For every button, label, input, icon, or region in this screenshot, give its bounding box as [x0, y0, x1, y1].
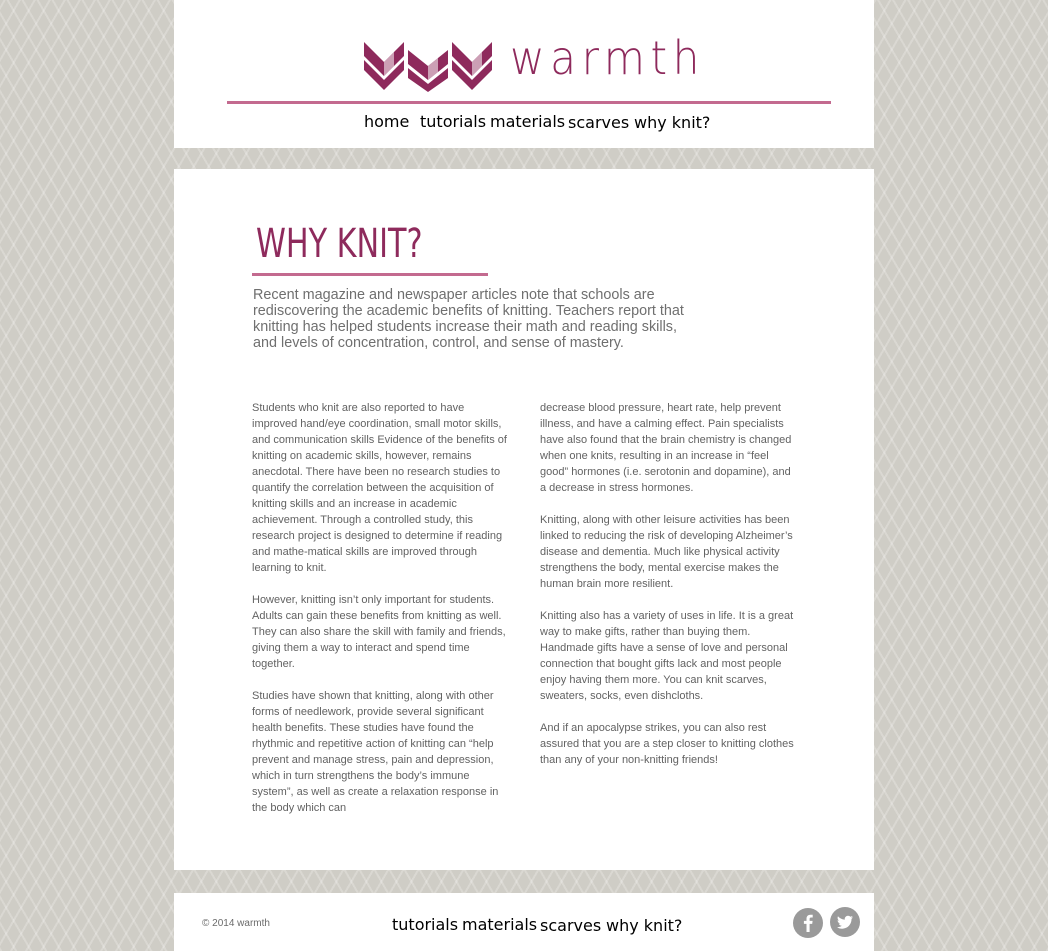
brand-wordmark[interactable]: warmth	[510, 28, 705, 88]
paragraph: Knitting, along with other leisure activ…	[540, 514, 793, 590]
site-footer: © 2014 warmth tutorials materials scarve…	[174, 893, 874, 951]
paragraph: Students who knit are also reported to h…	[252, 402, 507, 574]
intro-paragraph: Recent magazine and newspaper articles n…	[253, 287, 684, 351]
logo-chevron-icon[interactable]	[364, 36, 494, 92]
footer-nav-materials[interactable]: materials	[462, 915, 537, 935]
page-title: WHY KNIT?	[256, 221, 423, 267]
site-header: warmth home tutorials materials scarves …	[174, 0, 874, 148]
footer-nav-tutorials[interactable]: tutorials	[392, 915, 458, 935]
title-divider	[252, 273, 488, 276]
nav-tutorials[interactable]: tutorials	[420, 112, 486, 136]
paragraph: decrease blood pressure, heart rate, hel…	[540, 402, 792, 494]
nav-home[interactable]: home	[364, 112, 409, 136]
footer-nav-scarves[interactable]: scarves	[540, 916, 601, 936]
paragraph: And if an apocalypse strikes, you can al…	[540, 722, 794, 766]
nav-scarves[interactable]: scarves	[568, 113, 629, 137]
twitter-icon[interactable]	[830, 907, 860, 937]
paragraph: Knitting also has a variety of uses in l…	[540, 610, 794, 702]
nav-materials[interactable]: materials	[490, 112, 565, 136]
right-text-column: decrease blood pressure, heart rate, hel…	[540, 400, 796, 784]
main-content: WHY KNIT? Recent magazine and newspaper …	[174, 169, 874, 870]
facebook-icon[interactable]	[793, 908, 823, 938]
footer-nav-why-knit[interactable]: why knit?	[606, 916, 682, 936]
copyright-text: © 2014 warmth	[202, 918, 270, 929]
nav-why-knit[interactable]: why knit?	[634, 113, 710, 137]
header-divider	[227, 101, 831, 104]
left-text-column: Students who knit are also reported to h…	[252, 400, 508, 832]
paragraph: Studies have shown that knitting, along …	[252, 690, 499, 814]
paragraph: However, knitting isn’t only important f…	[252, 594, 506, 670]
